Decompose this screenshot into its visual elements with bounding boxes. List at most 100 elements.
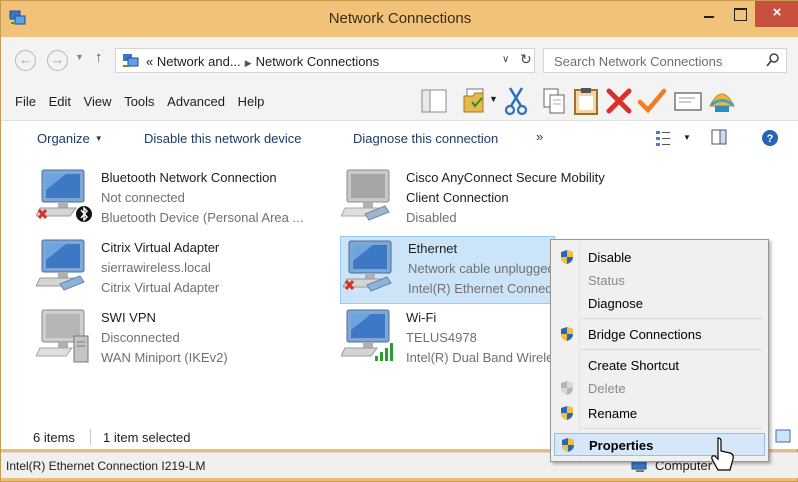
menu-tools[interactable]: Tools (124, 94, 154, 109)
cut-icon[interactable] (501, 86, 531, 116)
menu-item-label: Status (588, 273, 625, 288)
checkmark-icon[interactable] (637, 86, 667, 116)
shell-icon[interactable] (707, 86, 737, 116)
title-bar[interactable]: Network Connections × (1, 1, 798, 37)
back-button[interactable]: ← (15, 50, 36, 71)
forward-button[interactable]: → (47, 50, 68, 71)
connection-name: Ethernet (408, 241, 458, 256)
navigation-bar: ← → ▼ ↑ « Network and... ▶ Network Connect… (1, 37, 798, 82)
menu-item-diagnose[interactable]: Diagnose (554, 292, 765, 315)
menu-separator (581, 428, 762, 429)
menu-file[interactable]: File (15, 94, 36, 109)
connection-status: Network cable unplugged (408, 261, 554, 276)
search-box[interactable]: Search Network Connections (543, 48, 787, 73)
uac-shield-icon (561, 250, 573, 264)
connection-name: SWI VPN (101, 310, 156, 325)
network-adapter-disabled-icon (341, 169, 390, 221)
view-dropdown-icon[interactable]: ▼ (683, 133, 691, 142)
properties-icon[interactable] (461, 86, 491, 116)
up-button[interactable]: ↑ (95, 49, 103, 66)
refresh-icon[interactable]: ↻ (520, 51, 532, 68)
connection-status: TELUS4978 (406, 330, 477, 345)
menu-item-disable[interactable]: Disable (554, 246, 765, 269)
context-menu: Disable Status Diagnose Bridge Connectio… (550, 239, 769, 462)
delete-icon[interactable] (604, 86, 634, 116)
connection-name: Bluetooth Network Connection (101, 170, 277, 185)
connection-device: Intel(R) Dual Band Wireless (406, 350, 551, 365)
svg-text:?: ? (767, 133, 774, 145)
selection-count: 1 item selected (103, 430, 191, 445)
card-icon[interactable] (673, 86, 703, 116)
close-button[interactable]: × (755, 1, 798, 27)
folder-view-icon[interactable] (419, 86, 449, 116)
menu-item-delete: Delete (554, 377, 765, 400)
menu-separator (581, 318, 762, 319)
connection-name: Wi-Fi (406, 310, 437, 325)
menu-item-bridge-connections[interactable]: Bridge Connections (554, 323, 765, 346)
wifi-adapter-icon (341, 309, 393, 361)
vpn-adapter-icon (36, 309, 89, 363)
menu-edit[interactable]: Edit (49, 94, 71, 109)
disable-device-button[interactable]: Disable this network device (144, 131, 302, 146)
uac-shield-icon (561, 406, 573, 420)
menu-item-label: Bridge Connections (588, 327, 702, 342)
breadcrumb-network-and[interactable]: Network and... (157, 54, 241, 69)
copy-icon[interactable] (539, 86, 569, 116)
connection-name-line2: Client Connection (406, 190, 509, 205)
connection-name: Cisco AnyConnect Secure Mobility (406, 170, 605, 185)
minimize-button[interactable] (694, 1, 724, 27)
menu-view[interactable]: View (84, 94, 112, 109)
menu-help[interactable]: Help (238, 94, 265, 109)
change-view-icon[interactable] (655, 129, 671, 147)
menu-item-label: Rename (588, 406, 638, 421)
breadcrumb-network-connections[interactable]: Network Connections (256, 54, 380, 69)
item-count: 6 items (33, 430, 75, 445)
menu-item-create-shortcut[interactable]: Create Shortcut (554, 354, 765, 377)
menu-item-rename[interactable]: Rename (554, 402, 765, 425)
paste-icon[interactable] (571, 86, 601, 116)
properties-dropdown-icon[interactable]: ▼ (489, 94, 498, 104)
help-icon[interactable]: ? (761, 129, 779, 147)
uac-shield-disabled-icon (561, 381, 573, 395)
menu-item-label: Delete (588, 381, 626, 396)
connection-citrix[interactable]: Citrix Virtual Adapter sierrawireless.lo… (36, 238, 336, 302)
network-adapter-icon (36, 169, 92, 222)
command-bar: Organize ▼ Disable this network device Di… (1, 120, 798, 156)
large-icons-view-icon[interactable] (775, 429, 791, 443)
uac-shield-icon (562, 438, 574, 452)
menu-items: File Edit View Tools Advanced Help (1, 94, 264, 109)
connection-bluetooth[interactable]: Bluetooth Network Connection Not connect… (36, 168, 336, 232)
preview-pane-icon[interactable] (711, 129, 727, 145)
mouse-pointer-icon (711, 437, 734, 471)
menu-separator (581, 349, 762, 350)
connection-wifi[interactable]: Wi-Fi TELUS4978 Intel(R) Dual Band Wirel… (341, 308, 551, 372)
organize-button[interactable]: Organize ▼ (37, 131, 103, 146)
breadcrumb-prefix[interactable]: « (146, 54, 153, 69)
details-text: Intel(R) Ethernet Connection I219-LM (6, 459, 206, 473)
connection-swi-vpn[interactable]: SWI VPN Disconnected WAN Miniport (IKEv2… (36, 308, 336, 372)
connection-ethernet[interactable]: Ethernet Network cable unplugged Intel(R… (340, 236, 555, 304)
connection-device: Intel(R) Ethernet Connection I219-LM (408, 281, 554, 296)
connection-name: Citrix Virtual Adapter (101, 240, 220, 255)
menu-advanced[interactable]: Advanced (167, 94, 225, 109)
menu-bar: File Edit View Tools Advanced Help ▼ (1, 82, 798, 120)
search-icon[interactable] (766, 52, 780, 68)
menu-item-label: Properties (589, 438, 654, 453)
connection-cisco-anyconnect[interactable]: Cisco AnyConnect Secure Mobility Client … (341, 168, 631, 232)
window-title: Network Connections (328, 10, 472, 27)
diagnose-connection-button[interactable]: Diagnose this connection (353, 131, 498, 146)
address-bar[interactable]: « Network and... ▶ Network Connections ∨ ↻ (115, 48, 535, 73)
network-adapter-icon (36, 239, 85, 291)
more-commands-button[interactable]: » (536, 129, 543, 144)
network-adapter-icon (343, 240, 392, 292)
menu-item-label: Create Shortcut (588, 358, 680, 373)
maximize-button[interactable] (725, 1, 755, 27)
breadcrumb: « Network and... ▶ Network Connections (146, 54, 379, 69)
breadcrumb-separator-icon[interactable]: ▶ (245, 58, 252, 68)
menu-item-status: Status (554, 269, 765, 292)
connection-status: sierrawireless.local (101, 260, 211, 275)
address-dropdown-icon[interactable]: ∨ (502, 54, 509, 65)
connection-status: Disconnected (101, 330, 180, 345)
search-input[interactable]: Search Network Connections (554, 54, 722, 69)
recent-locations-dropdown[interactable]: ▼ (75, 52, 84, 62)
